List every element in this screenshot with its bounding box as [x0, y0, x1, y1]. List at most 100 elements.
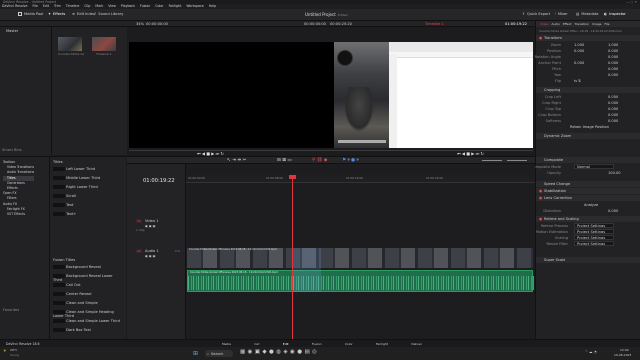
zoom-level[interactable]: 34% — [136, 22, 144, 26]
tab-image[interactable]: Image — [592, 21, 601, 27]
tab-audio[interactable]: Audio — [551, 21, 560, 27]
quick-export-button[interactable]: ⇪ Quick Export — [522, 12, 550, 16]
flip-icons[interactable]: ⇆ ⇅ — [574, 78, 581, 84]
title-item[interactable]: Text — [53, 203, 73, 207]
fusion-title-item[interactable]: Call Out — [53, 283, 81, 287]
section-composite[interactable]: Composite — [536, 157, 640, 163]
source-timecode: 00:00:00:00 — [146, 22, 168, 26]
section-retime[interactable]: ● Retime and Scaling — [536, 216, 640, 222]
mixer-button[interactable]: ⫶ Mixer — [555, 12, 568, 16]
title-thumb — [53, 301, 65, 305]
tab-effect[interactable]: Effect — [563, 21, 572, 27]
fusion-title-item[interactable]: Background Reveal Lower Third — [53, 274, 123, 282]
edit-tools[interactable]: ↖ ⇥ ⇹ ✂ — [227, 158, 246, 163]
flag-tools[interactable]: ⚑ ▾ ● ▾ — [342, 158, 359, 163]
embedded-window-left — [389, 54, 397, 148]
video-track-name[interactable]: Video 1 — [145, 219, 159, 223]
tab-video[interactable]: Video — [540, 21, 548, 27]
opacity-value[interactable]: 100.00 — [608, 170, 621, 176]
link-tools[interactable]: ⚲ ⛓ ◆ — [312, 158, 327, 163]
track-id-a1[interactable]: A1 — [136, 249, 142, 253]
metadata-button[interactable]: ▤ Metadata — [576, 12, 598, 16]
snap-tools[interactable]: ⊟ ⊠ ▭ — [277, 158, 292, 163]
opacity-row: Opacity 100.00 — [547, 170, 621, 176]
effects-list: Titles Left Lower Third Middle Lower Thi… — [50, 156, 126, 339]
timeline-name-dropdown[interactable]: Timeline 1 — [425, 22, 444, 26]
fusion-title-item[interactable]: Center Reveal — [53, 292, 91, 296]
fusion-title-item[interactable]: Clean and Simple Lower Third — [53, 319, 120, 323]
title-item[interactable]: Text+ — [53, 212, 76, 216]
embedded-toolbar — [389, 52, 533, 58]
mixer-icon: ⫶ — [555, 12, 556, 16]
media-clip-thumb[interactable] — [58, 37, 82, 51]
fusion-title-item[interactable]: Background Reveal — [53, 265, 101, 269]
inspector-button[interactable]: ◐ Inspector — [604, 12, 626, 16]
effects-button[interactable]: ✦ Effects — [48, 12, 65, 16]
app-version: DaVinci Resolve 18.6 — [6, 341, 40, 346]
audio-track-level: 2.0 — [175, 249, 180, 253]
timeline-toolbar: ↖ ⇥ ⇹ ✂ ⊟ ⊠ ▭ ⚲ ⛓ ◆ ⚑ ▾ ● ▾ — [127, 156, 535, 164]
section-dynamic-zoom[interactable]: Dynamic Zoom — [536, 133, 640, 139]
audio-clip[interactable]: Counter-Strike Global Offensive 2023.08.… — [187, 270, 534, 292]
embedded-window — [389, 42, 533, 148]
title-item[interactable]: Middle Lower Third — [53, 176, 100, 180]
weather-desc: Sunny — [10, 353, 20, 357]
sound-library-button[interactable]: ♪ Sound Library — [94, 12, 123, 16]
tab-transition[interactable]: Transition — [575, 21, 590, 27]
timeline-thumb-name: Timeline 1 — [96, 52, 112, 56]
section-dot-icon: ● — [539, 36, 543, 40]
audio-track-icons[interactable]: ▣ ▣ ▣ — [145, 254, 155, 258]
viewer-timecode: 01:00:19:22 — [505, 22, 527, 26]
export-icon: ⇪ — [522, 12, 526, 16]
video-frame — [334, 42, 389, 148]
track-icons[interactable]: ▣ ▣ ▣ — [145, 224, 155, 228]
master-bin[interactable]: Master — [6, 29, 18, 33]
section-lens-correction[interactable]: ● Lens Correction — [536, 195, 640, 201]
retain-image-position[interactable]: Retain Image Position — [570, 124, 609, 130]
zoom-slider[interactable] — [507, 160, 527, 161]
media-pool-button[interactable]: Media Pool — [18, 12, 43, 16]
taskbar-search[interactable]: ⌕ Search — [205, 350, 233, 357]
title-thumb — [53, 194, 65, 198]
section-cropping[interactable]: Cropping — [536, 87, 640, 93]
playhead-handle[interactable] — [289, 175, 296, 179]
fusion-title-item[interactable]: Dark Box Text — [53, 328, 91, 332]
weather-icon: ☀ — [3, 348, 7, 353]
audio-track-name[interactable]: Audio 1 — [145, 249, 159, 253]
volume-slider[interactable] — [482, 160, 502, 161]
track-id-v1[interactable]: V1 — [136, 219, 142, 223]
playhead[interactable] — [292, 175, 293, 339]
section-dot-icon: ● — [539, 196, 543, 200]
section-speed-change[interactable]: Speed Change — [536, 181, 640, 187]
page-bar: DaVinci Resolve 18.6 Media Cut Edit Fusi… — [0, 339, 640, 348]
audio-track-header: A1 Audio 1 2.0 ▣ ▣ ▣ — [127, 247, 186, 277]
video-clip[interactable]: Counter-Strike Global Offensive 2023.08.… — [187, 248, 533, 268]
tab-file[interactable]: File — [605, 21, 610, 27]
clock-time: 12:04 — [620, 348, 629, 352]
section-super-scale[interactable]: Super Scale — [536, 257, 640, 263]
list-icon: ≡ — [72, 12, 76, 16]
title-item[interactable]: Scroll — [53, 194, 76, 198]
title-item[interactable]: Left Lower Third — [53, 167, 95, 171]
timeline-thumb[interactable] — [92, 37, 116, 51]
fx-audio-transitions[interactable]: Audio Transitions — [3, 170, 34, 175]
taskbar-apps[interactable]: ▦◉▣◆●◍◈◉●▤◎ — [240, 349, 319, 355]
window-controls[interactable]: — ▢ ✕ — [626, 0, 637, 4]
edit-index-button[interactable]: ≡ Edit Index — [72, 12, 95, 16]
section-stabilization[interactable]: ● Stabilization — [536, 188, 640, 194]
fusion-title-item[interactable]: Clean and Simple — [53, 301, 98, 305]
composite-mode-select[interactable]: Normal — [574, 164, 614, 169]
clock-date: 19-08-2023 — [614, 353, 632, 357]
title-item[interactable]: Right Lower Third — [53, 185, 98, 189]
embedded-tabs — [389, 42, 533, 52]
tray-icons[interactable]: ⌃ ☁ ◔ — [585, 350, 597, 354]
timeline-ruler[interactable]: 01:00:00:00 01:00:08:00 01:00:16:00 01:0… — [186, 175, 535, 183]
fx-vst-effects[interactable]: VST Effects — [3, 212, 34, 217]
fusion-title-item[interactable]: Clean and Simple Heading Lower Third — [53, 310, 123, 318]
section-transform[interactable]: ● Transform — [536, 35, 640, 41]
media-pool-clips: Counter-Strike Glo... Timeline 1 — [52, 27, 127, 155]
windows-start-icon[interactable]: ⊞ — [193, 350, 198, 357]
audio-waveform — [188, 276, 534, 290]
smart-bins-header: Smart Bins — [2, 148, 22, 152]
search-icon: ⌕ — [207, 351, 210, 356]
